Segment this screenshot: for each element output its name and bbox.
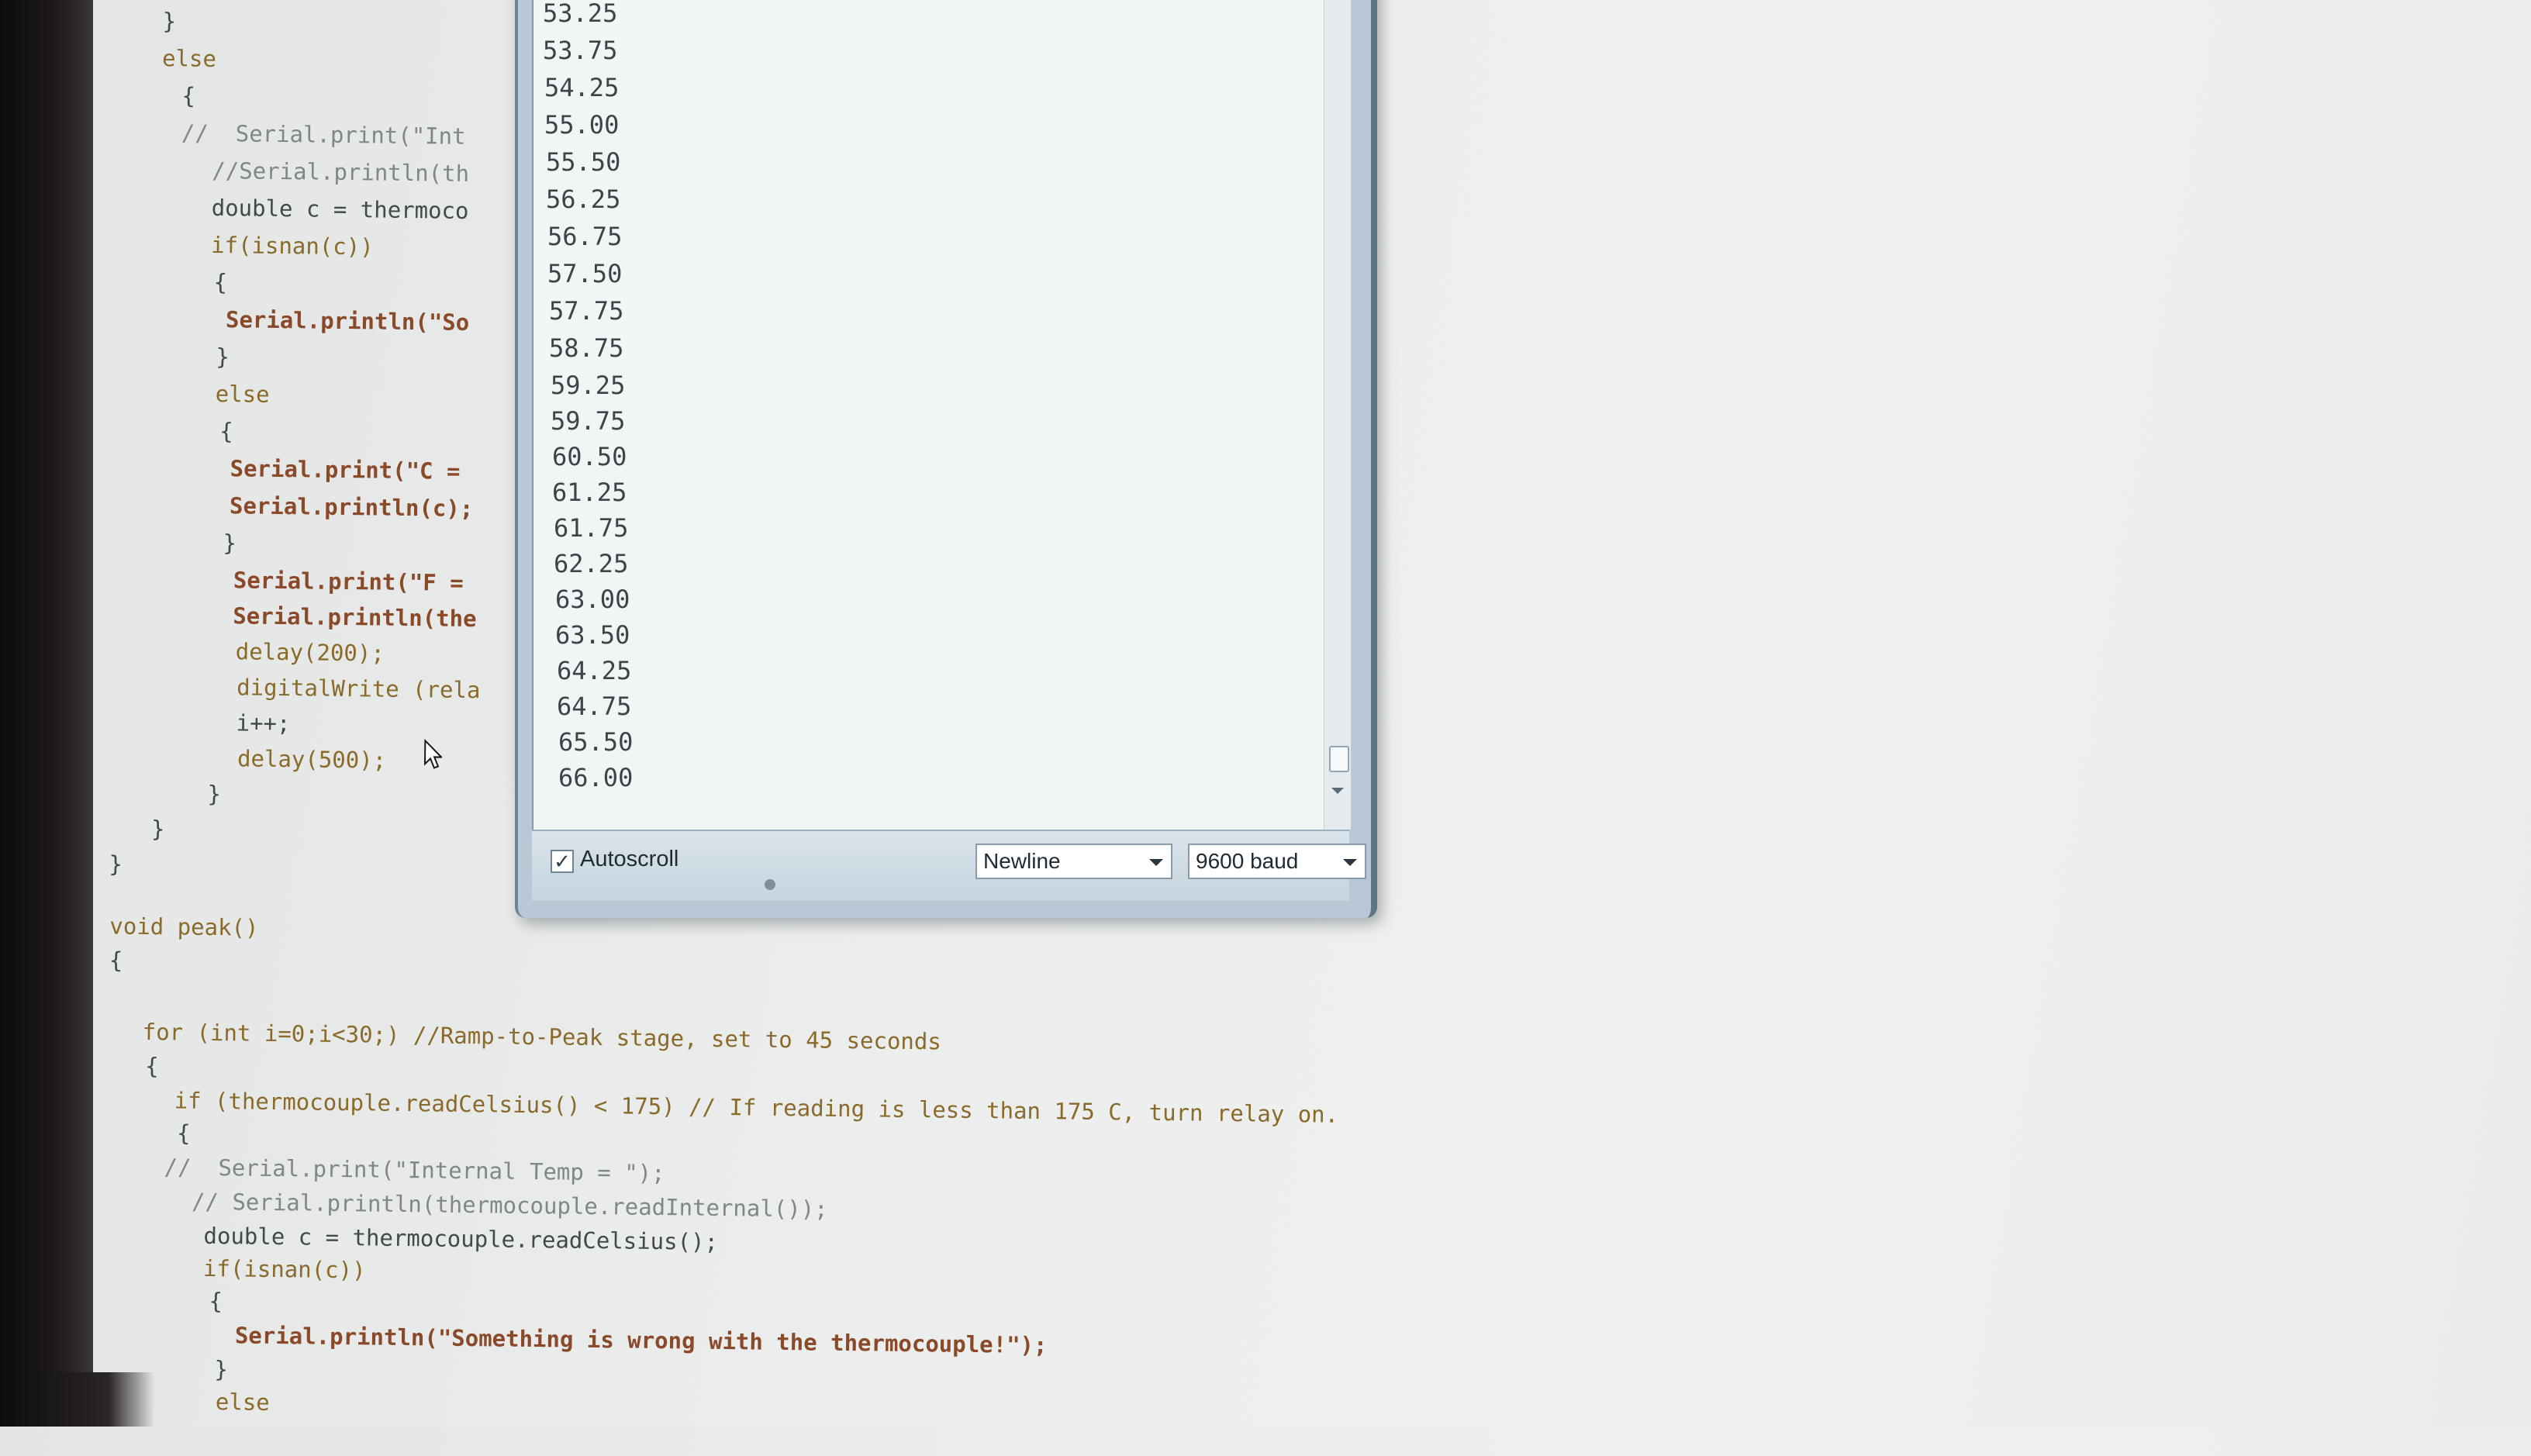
code-line: i++; <box>236 709 291 737</box>
code-line: else <box>215 380 270 408</box>
output-scrollbar[interactable] <box>1324 0 1351 830</box>
output-line: 64.25 <box>557 656 632 685</box>
code-line: if(isnan(c)) <box>210 231 374 260</box>
output-line: 58.75 <box>549 333 624 363</box>
code-line: } <box>214 1356 229 1383</box>
chevron-down-icon <box>1343 859 1357 866</box>
code-line: Serial.println("So <box>225 306 470 336</box>
output-line: 60.50 <box>552 442 627 471</box>
line-ending-value: Newline <box>983 849 1061 873</box>
serial-output-area[interactable]: 53.25 53.75 54.25 55.00 55.50 56.25 56.7… <box>532 0 1351 830</box>
autoscroll-label: Autoscroll <box>580 847 679 871</box>
autoscroll-checkbox[interactable]: ✓ <box>551 850 574 873</box>
chevron-down-icon <box>1149 859 1163 866</box>
output-line: 53.25 <box>543 0 618 28</box>
code-line: for (int i=0;i<30;) //Ramp-to-Peak stage… <box>142 1018 941 1055</box>
baud-rate-value: 9600 baud <box>1196 849 1299 873</box>
code-line: { <box>176 1120 191 1147</box>
output-line: 57.75 <box>549 296 624 326</box>
output-line: 56.25 <box>546 185 621 214</box>
code-line: // Serial.print("Int <box>181 119 466 150</box>
resize-grip-icon[interactable] <box>765 879 775 890</box>
code-line: delay(500); <box>237 745 387 774</box>
code-line: } <box>162 8 177 35</box>
output-line: 56.75 <box>547 222 623 251</box>
line-ending-select[interactable]: Newline <box>975 844 1172 879</box>
code-line: digitalWrite (rela <box>236 674 481 704</box>
output-line: 61.75 <box>554 513 629 543</box>
code-line: double c = thermocouple.readCelsius(); <box>203 1222 719 1255</box>
code-line: { <box>109 947 123 974</box>
output-line: 61.25 <box>552 478 627 507</box>
code-line: void peak() <box>109 913 259 941</box>
code-line: // Serial.println(thermocouple.readInter… <box>191 1188 828 1223</box>
code-line: } <box>207 780 222 808</box>
output-line: 57.50 <box>547 259 623 288</box>
code-line: { <box>181 82 196 109</box>
output-line: 55.50 <box>546 147 621 177</box>
output-line: 63.00 <box>555 585 630 614</box>
mouse-pointer-icon <box>423 739 443 769</box>
code-line: else <box>215 1389 270 1416</box>
code-line: // Serial.print("Internal Temp = "); <box>164 1154 665 1187</box>
code-line: Serial.println(the <box>233 602 477 633</box>
scroll-down-arrow-icon[interactable] <box>1331 788 1344 794</box>
output-line: 65.50 <box>558 727 634 757</box>
code-line: { <box>209 1287 223 1315</box>
baud-rate-select[interactable]: 9600 baud <box>1188 844 1366 879</box>
code-line: } <box>223 530 237 557</box>
output-line: 62.25 <box>554 549 629 578</box>
code-line: if (thermocouple.readCelsius() < 175) //… <box>174 1087 1339 1128</box>
output-line: 63.50 <box>555 620 630 650</box>
code-line: Serial.println(c); <box>229 492 474 523</box>
code-line: } <box>109 850 123 878</box>
output-line: 53.75 <box>543 36 618 65</box>
code-line: double c = thermoco <box>211 194 469 224</box>
output-line: 59.75 <box>551 406 626 436</box>
monitor-bezel-bottom <box>0 1372 155 1427</box>
scrollbar-thumb[interactable] <box>1329 746 1349 772</box>
output-line: 64.75 <box>557 692 632 721</box>
code-line: Serial.print("C = <box>230 455 475 485</box>
code-line: { <box>219 418 233 445</box>
code-line: else <box>161 45 217 72</box>
code-line: //Serial.println(th <box>212 157 470 187</box>
code-line: if(isnan(c)) <box>202 1254 366 1284</box>
code-line: { <box>213 268 228 296</box>
output-line: 54.25 <box>544 73 620 102</box>
code-line: { <box>144 1052 159 1080</box>
code-line: } <box>216 343 230 371</box>
serial-monitor-toolbar: ✓ Autoscroll Newline 9600 baud <box>532 830 1366 901</box>
code-line: delay(200); <box>235 638 385 667</box>
output-line: 59.25 <box>551 371 626 400</box>
code-line: Serial.print("F = <box>233 567 478 597</box>
serial-monitor-window[interactable]: 53.25 53.75 54.25 55.00 55.50 56.25 56.7… <box>515 0 1377 918</box>
code-line: } <box>150 815 165 843</box>
code-line: Serial.println("Something is wrong with … <box>234 1322 1048 1359</box>
output-line: 66.00 <box>558 763 634 792</box>
output-line: 55.00 <box>544 110 620 140</box>
